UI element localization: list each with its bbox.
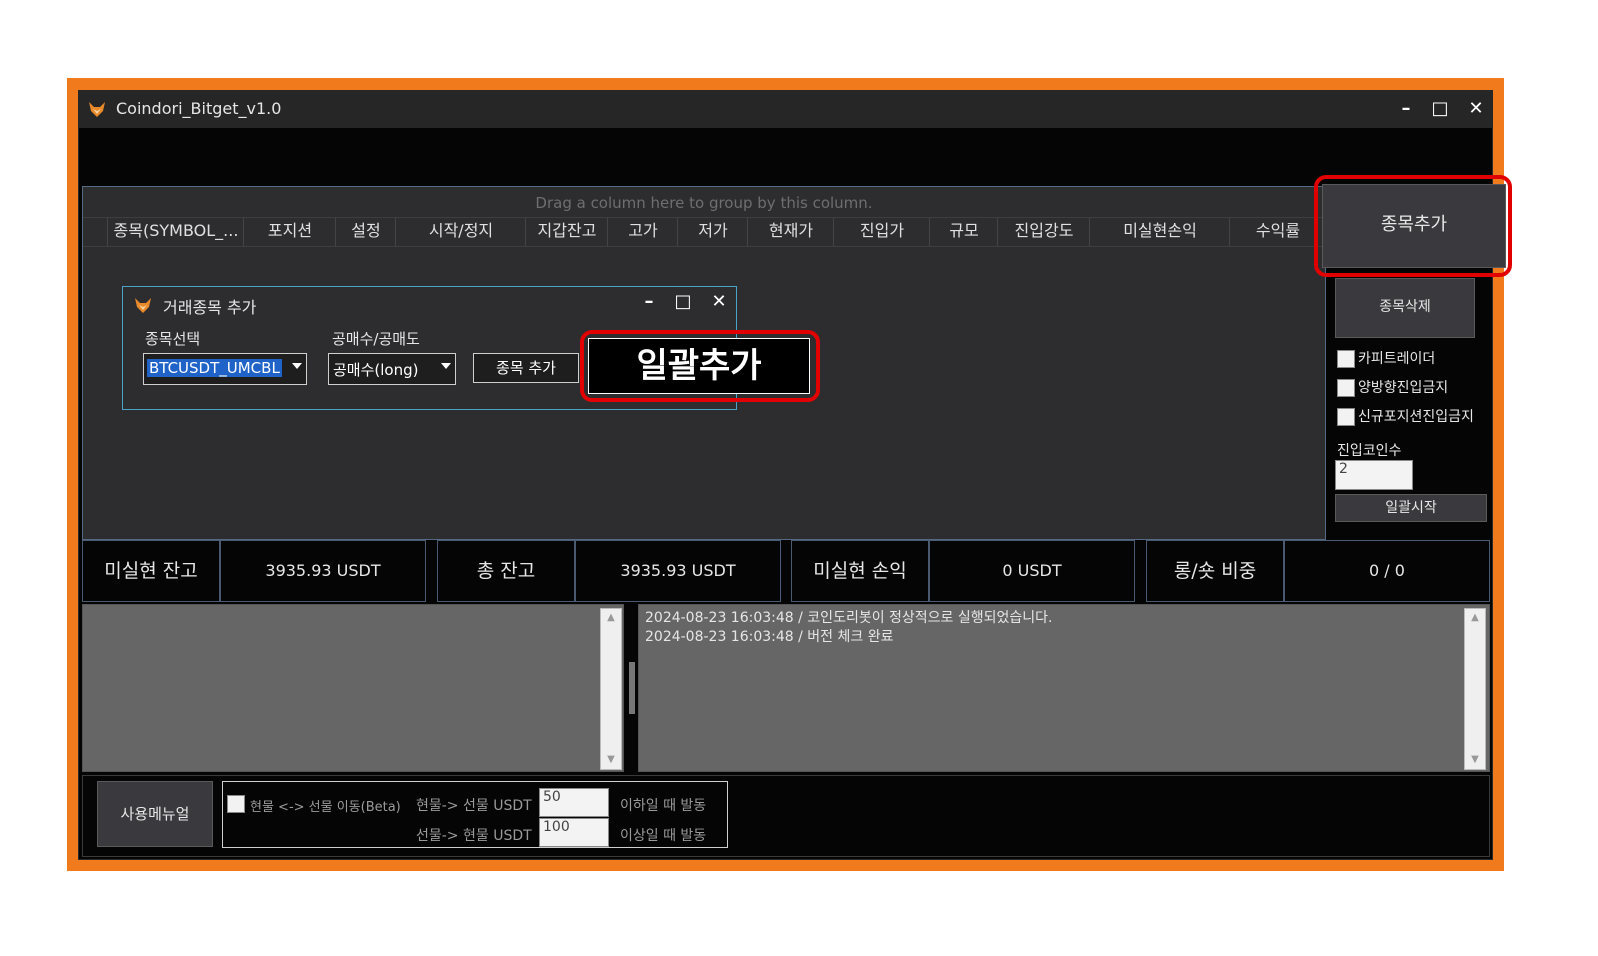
column-start-stop[interactable]: 시작/정지	[395, 218, 526, 246]
title-bar: Coindori_Bitget_v1.0 – □ ✕	[78, 90, 1493, 128]
column-symbol[interactable]: 종목(SYMBOL_...	[107, 218, 244, 246]
column-wallet-balance[interactable]: 지갑잔고	[525, 218, 608, 246]
chevron-down-icon	[441, 363, 451, 369]
spot-to-futures-input[interactable]: 50	[539, 788, 609, 817]
symbol-select-value: BTCUSDT_UMCBL	[147, 359, 282, 377]
long-short-ratio-label: 롱/숏 비중	[1146, 540, 1284, 602]
log-pane[interactable]: 2024-08-23 16:03:48 / 코인도리봇이 정상적으로 실행되었습…	[638, 604, 1490, 772]
entry-coin-count-input[interactable]: 2	[1335, 460, 1413, 490]
transfer-checkbox-label: 현물 <-> 선물 이동(Beta)	[250, 800, 401, 815]
futures-to-spot-label: 선물-> 현물 USDT	[416, 828, 532, 844]
column-current-price[interactable]: 현재가	[747, 218, 834, 246]
no-hedge-entry-checkbox[interactable]	[1337, 379, 1355, 397]
fox-logo-icon	[135, 298, 151, 313]
side-select[interactable]: 공매수(long)	[328, 353, 456, 385]
scroll-up-icon[interactable]: ▲	[1465, 611, 1485, 625]
side-select-label: 공매수/공매도	[332, 330, 420, 348]
column-low[interactable]: 저가	[677, 218, 748, 246]
batch-start-button[interactable]: 일괄시작	[1335, 494, 1487, 522]
column-entry-strength[interactable]: 진입강도	[997, 218, 1090, 246]
dialog-title: 거래종목 추가	[163, 298, 257, 317]
total-balance-label: 총 잔고	[437, 540, 575, 602]
fox-logo-icon	[89, 102, 105, 117]
unrealized-balance-value: 3935.93 USDT	[220, 540, 426, 602]
add-symbol-highlight	[1314, 175, 1512, 277]
column-size[interactable]: 규모	[929, 218, 998, 246]
scroll-down-icon[interactable]: ▼	[601, 753, 621, 767]
spot-to-futures-label: 현물-> 선물 USDT	[416, 798, 532, 814]
total-balance-value: 3935.93 USDT	[575, 540, 781, 602]
delete-symbol-button[interactable]: 종목삭제	[1335, 278, 1475, 338]
dialog-close-button[interactable]: ✕	[705, 289, 733, 315]
long-short-ratio-value: 0 / 0	[1284, 540, 1490, 602]
scroll-up-icon[interactable]: ▲	[601, 611, 621, 625]
copy-trader-label: 카피트레이더	[1358, 351, 1436, 367]
left-pane-scrollbar[interactable]: ▲ ▼	[600, 608, 622, 770]
column-settings[interactable]: 설정	[335, 218, 396, 246]
window-title: Coindori_Bitget_v1.0	[116, 99, 282, 118]
log-line: 2024-08-23 16:03:48 / 버전 체크 완료	[645, 629, 894, 645]
column-high[interactable]: 고가	[607, 218, 678, 246]
batch-add-highlight	[580, 330, 820, 402]
unrealized-pnl-value: 0 USDT	[929, 540, 1135, 602]
copy-trader-checkbox[interactable]	[1337, 350, 1355, 368]
transfer-checkbox[interactable]	[227, 795, 245, 813]
group-hint: Drag a column here to group by this colu…	[535, 194, 873, 212]
no-new-position-label: 신규포지션진입금지	[1358, 409, 1474, 425]
symbol-select-label: 종목선택	[145, 330, 201, 348]
unrealized-pnl-label: 미실현 손익	[791, 540, 929, 602]
unrealized-balance-label: 미실현 잔고	[82, 540, 220, 602]
no-hedge-entry-label: 양방향진입금지	[1358, 380, 1449, 396]
add-item-button[interactable]: 종목 추가	[473, 353, 579, 383]
dialog-maximize-button[interactable]: □	[669, 289, 697, 315]
column-entry-price[interactable]: 진입가	[833, 218, 930, 246]
log-line: 2024-08-23 16:03:48 / 코인도리봇이 정상적으로 실행되었습…	[645, 610, 1053, 626]
symbol-select[interactable]: BTCUSDT_UMCBL	[143, 353, 307, 385]
no-new-position-checkbox[interactable]	[1337, 408, 1355, 426]
column-unrealized-pnl[interactable]: 미실현손익	[1089, 218, 1230, 246]
column-position[interactable]: 포지션	[243, 218, 336, 246]
scroll-down-icon[interactable]: ▼	[1465, 753, 1485, 767]
spot-to-futures-suffix: 이하일 때 발동	[620, 798, 707, 814]
dialog-minimize-button[interactable]: –	[635, 289, 663, 315]
futures-to-spot-suffix: 이상일 때 발동	[620, 828, 707, 844]
minimize-button[interactable]: –	[1392, 96, 1420, 122]
left-output-pane[interactable]	[82, 604, 624, 772]
entry-coin-count-label: 진입코인수	[1337, 443, 1402, 459]
close-button[interactable]: ✕	[1462, 96, 1490, 122]
chevron-down-icon	[292, 363, 302, 369]
grid-column-header: 종목(SYMBOL_... 포지션 설정 시작/정지 지갑잔고 고가 저가 현재…	[83, 217, 1325, 247]
futures-to-spot-input[interactable]: 100	[539, 818, 609, 847]
user-manual-button[interactable]: 사용메뉴얼	[97, 781, 213, 847]
column-return-rate[interactable]: 수익률	[1229, 218, 1326, 246]
maximize-button[interactable]: □	[1426, 96, 1454, 122]
splitter-handle[interactable]	[629, 662, 635, 714]
log-pane-scrollbar[interactable]: ▲ ▼	[1464, 608, 1486, 770]
side-select-value: 공매수(long)	[333, 361, 419, 379]
